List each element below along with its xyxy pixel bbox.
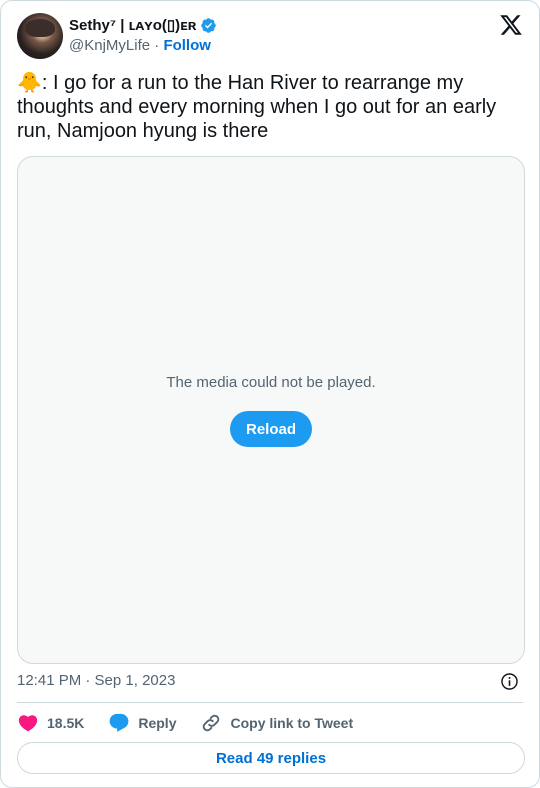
reload-button[interactable]: Reload xyxy=(230,411,312,447)
divider xyxy=(17,702,523,703)
media-error-message: The media could not be played. xyxy=(166,374,376,391)
info-icon[interactable] xyxy=(500,672,519,691)
author-handle-row: @KnjMyLife · Follow xyxy=(69,37,211,54)
tweet-text: 🐥: I go for a run to the Han River to re… xyxy=(17,72,502,142)
verified-badge-icon xyxy=(201,17,217,33)
author-name-row: Sethy⁷ | ʟᴀʏᴏ(▯)ᴇʀ xyxy=(69,16,217,34)
author-handle[interactable]: @KnjMyLife xyxy=(69,37,150,54)
reply-action[interactable]: Reply xyxy=(108,712,176,734)
copy-link-label: Copy link to Tweet xyxy=(230,715,354,731)
handle-separator: · xyxy=(154,37,160,54)
likes-count: 18.5K xyxy=(47,715,85,731)
action-bar: 18.5K Reply Copy link to Tweet xyxy=(17,711,377,735)
reply-label: Reply xyxy=(138,715,177,731)
follow-link[interactable]: Follow xyxy=(163,37,211,54)
avatar[interactable] xyxy=(17,13,63,59)
tweet-embed-card: Sethy⁷ | ʟᴀʏᴏ(▯)ᴇʀ @KnjMyLife · Follow 🐥… xyxy=(0,0,540,788)
like-action[interactable]: 18.5K xyxy=(17,712,84,734)
author-display-name[interactable]: Sethy⁷ | ʟᴀʏᴏ(▯)ᴇʀ xyxy=(69,16,196,34)
copy-link-action[interactable]: Copy link to Tweet xyxy=(200,712,353,734)
media-container: The media could not be played. Reload xyxy=(17,156,525,664)
heart-icon xyxy=(18,715,38,732)
reply-bubble-icon xyxy=(109,713,129,732)
x-logo-icon[interactable] xyxy=(499,13,523,37)
link-icon xyxy=(203,714,220,732)
read-replies-button[interactable]: Read 49 replies xyxy=(17,742,525,774)
tweet-timestamp[interactable]: 12:41 PM · Sep 1, 2023 xyxy=(17,672,175,689)
